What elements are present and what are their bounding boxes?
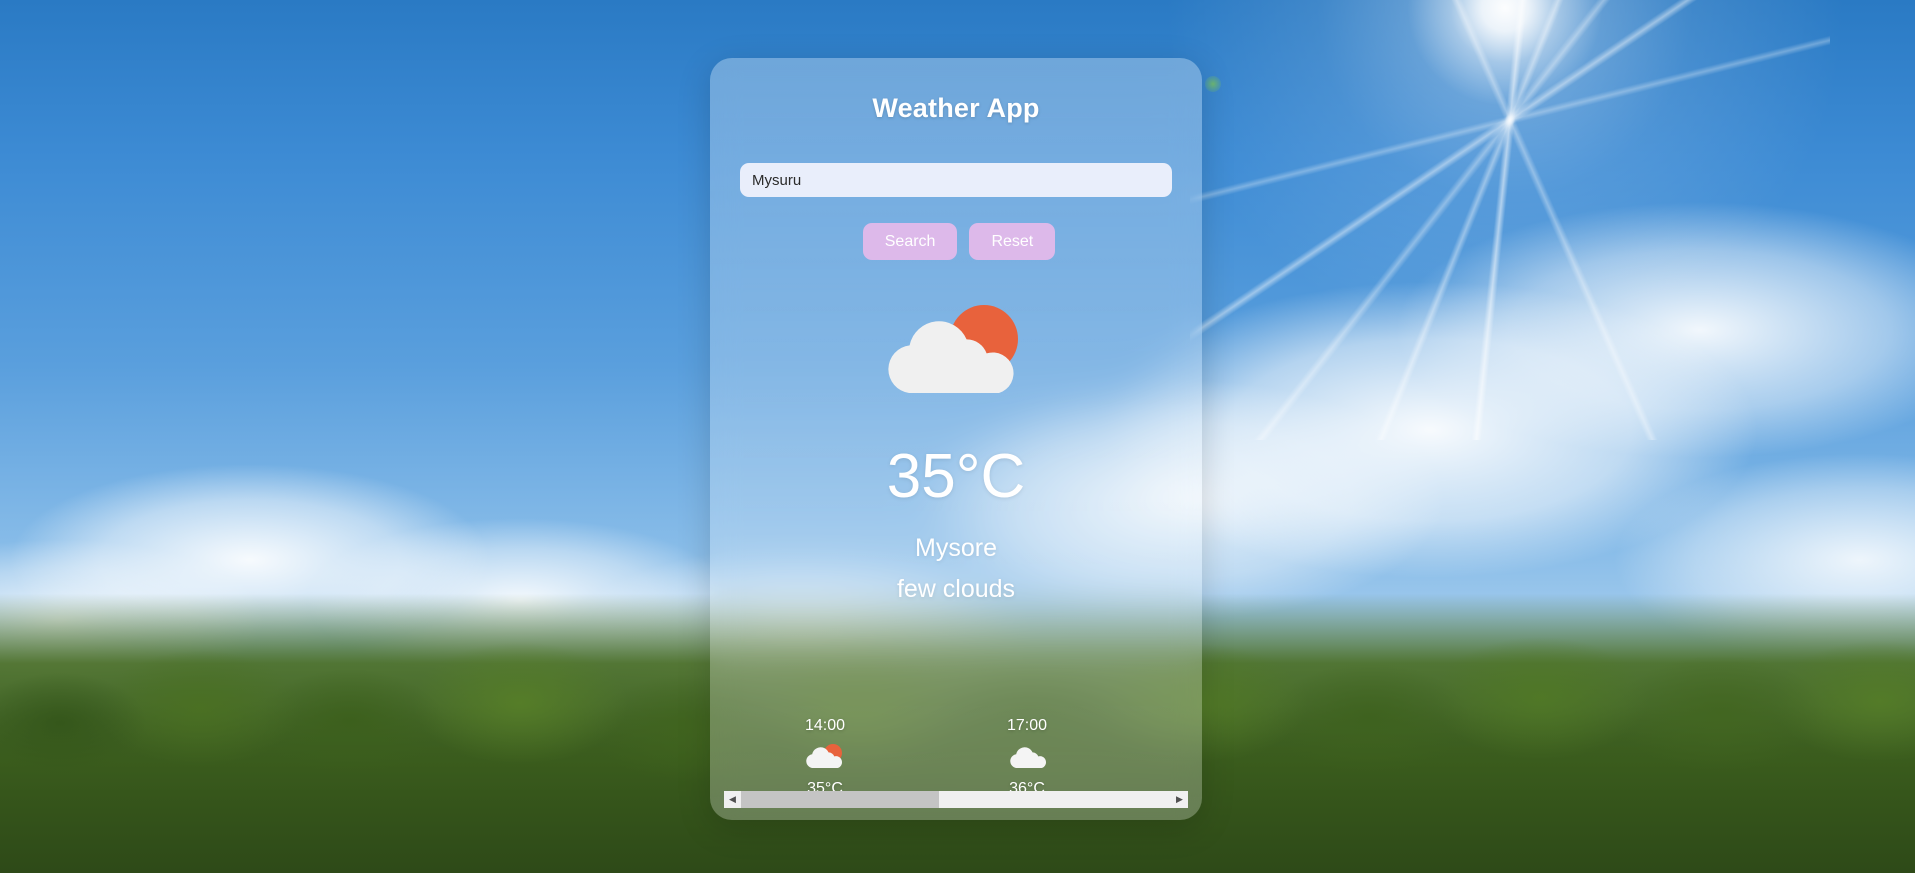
- scroll-left-arrow-icon[interactable]: ◀: [724, 791, 741, 808]
- cloud-icon: [1010, 747, 1047, 768]
- current-conditions: 35°C Mysore few clouds: [710, 298, 1202, 604]
- page-title: Weather App: [872, 93, 1040, 123]
- forecast-time: 17:00: [1006, 717, 1048, 734]
- current-temperature: 35°C: [886, 442, 1026, 511]
- weather-card: Weather App Search Reset 35°C Mysore few…: [710, 58, 1202, 820]
- city-name: Mysore: [915, 534, 997, 562]
- few-clouds-icon: [806, 744, 843, 768]
- forecast-time: 14:00: [804, 717, 846, 734]
- forecast-scrollbar[interactable]: ◀ ▶: [724, 791, 1188, 808]
- sun-rays-icon: [1190, 0, 1830, 440]
- lens-flare-icon: [1205, 76, 1221, 92]
- city-search-input[interactable]: [740, 163, 1172, 197]
- search-button[interactable]: Search: [862, 223, 958, 260]
- weather-description: few clouds: [896, 575, 1016, 603]
- button-row: Search Reset: [857, 223, 1056, 260]
- scrollbar-thumb[interactable]: [741, 791, 939, 808]
- few-clouds-icon: [888, 305, 1018, 393]
- reset-button[interactable]: Reset: [969, 223, 1056, 260]
- scrollbar-track[interactable]: [741, 791, 1171, 808]
- scroll-right-arrow-icon[interactable]: ▶: [1171, 791, 1188, 808]
